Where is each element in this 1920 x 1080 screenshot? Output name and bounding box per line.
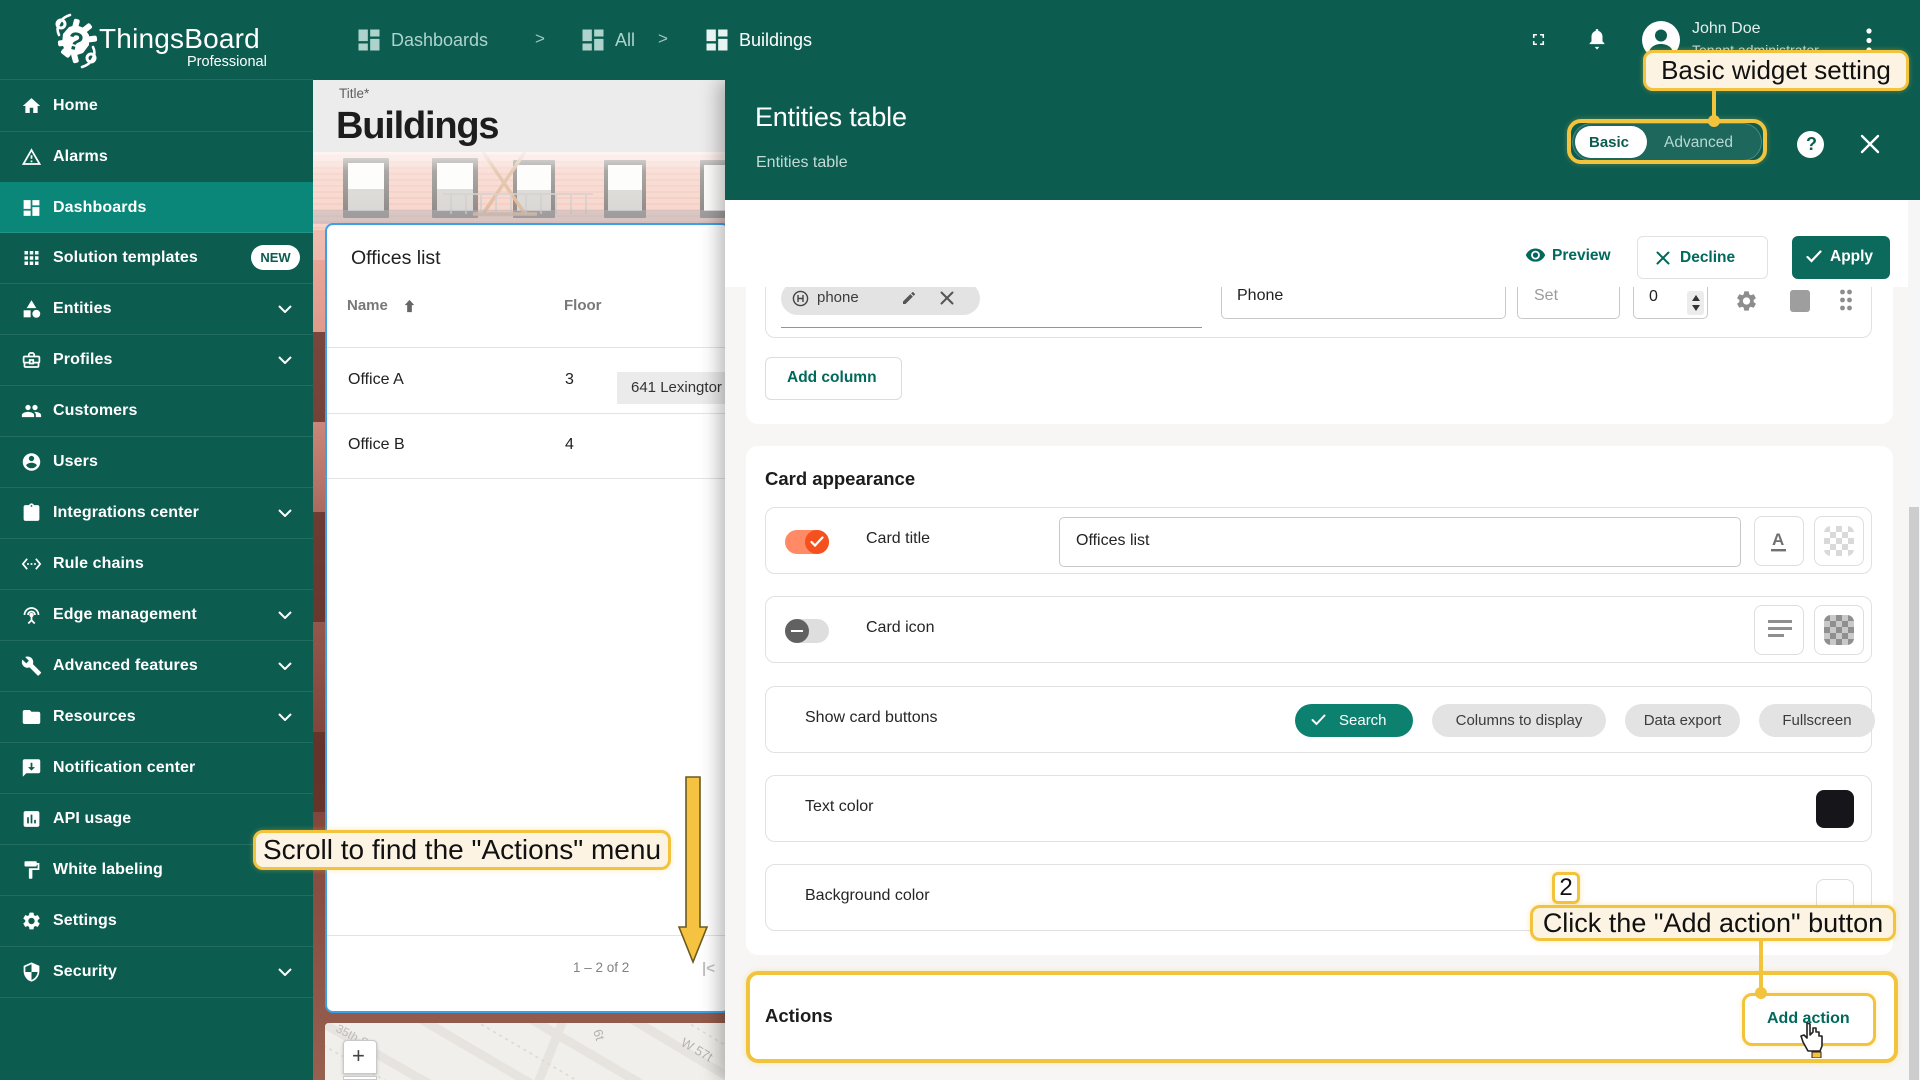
svg-text:A: A [1772,530,1784,549]
